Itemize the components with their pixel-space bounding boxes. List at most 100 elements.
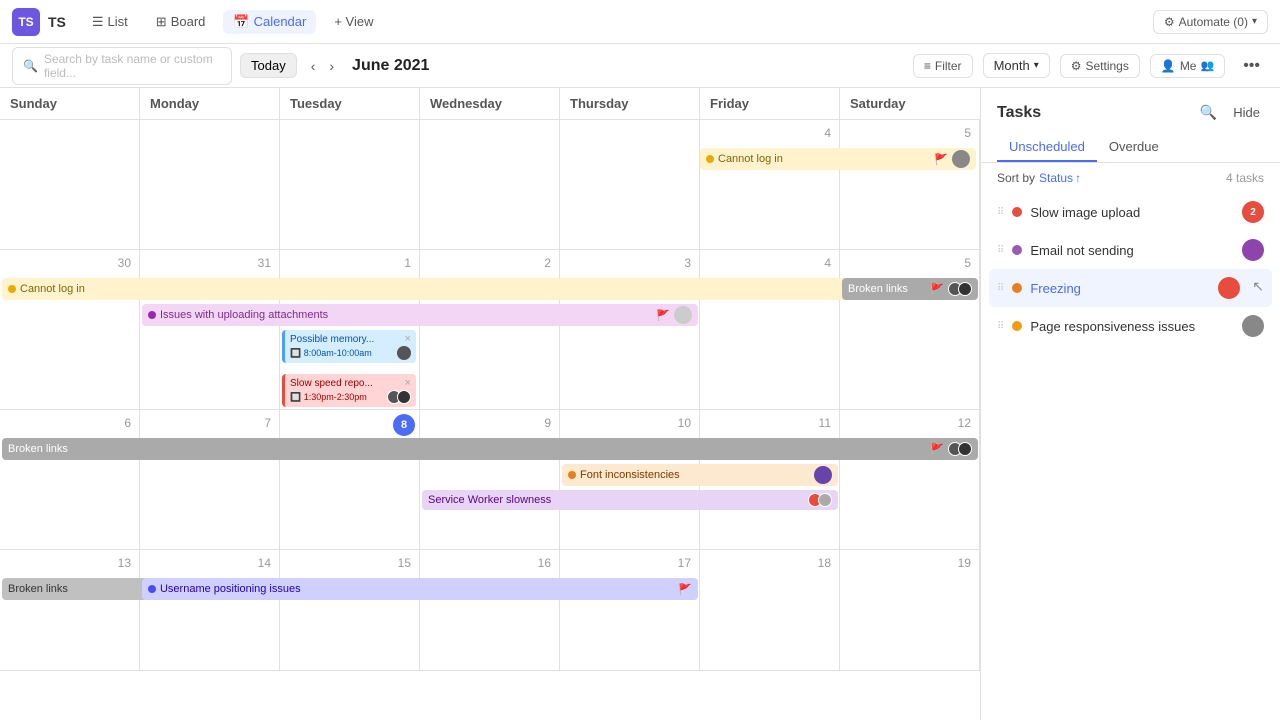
day-cell[interactable] (0, 120, 140, 249)
week-row: 13 14 15 16 17 18 19 Broken links 🚩 (0, 550, 980, 671)
next-month-button[interactable]: › (323, 56, 340, 76)
day-cell[interactable]: 4 (700, 250, 840, 409)
filter-icon: ≡ (924, 59, 931, 73)
day-cell[interactable]: 19 (840, 550, 980, 670)
nav-arrows: ‹ › (305, 56, 340, 76)
day-cell[interactable] (140, 120, 280, 249)
tab-overdue[interactable]: Overdue (1097, 133, 1171, 162)
day-header-tue: Tuesday (280, 88, 420, 119)
day-cell[interactable]: 4 (700, 120, 840, 249)
status-dot (1012, 207, 1022, 217)
month-view-button[interactable]: Month ▾ (983, 53, 1050, 78)
app-icon: TS (12, 8, 40, 36)
task-list: ⠿ Slow image upload 2 ⠿ Email not sendin… (981, 193, 1280, 720)
main-layout: Sunday Monday Tuesday Wednesday Thursday… (0, 88, 1280, 720)
day-cell[interactable]: 18 (700, 550, 840, 670)
settings-icon: ⚙ (1071, 59, 1082, 73)
automate-button[interactable]: ⚙ Automate (0) ▾ (1153, 10, 1268, 34)
tasks-search-icon[interactable]: 🔍 (1196, 100, 1221, 125)
top-nav: TS TS ☰ List ⊞ Board 📅 Calendar + View ⚙… (0, 0, 1280, 44)
task-item-page-responsiveness[interactable]: ⠿ Page responsiveness issues (989, 307, 1272, 345)
day-cell[interactable]: 8 (280, 410, 420, 549)
drag-handle-icon[interactable]: ⠿ (997, 283, 1004, 294)
day-cell[interactable] (420, 120, 560, 249)
nav-calendar[interactable]: 📅 Calendar (223, 10, 316, 34)
today-indicator: 8 (393, 414, 415, 436)
day-header-sat: Saturday (840, 88, 980, 119)
day-cell[interactable]: 2 (420, 250, 560, 409)
day-header-fri: Friday (700, 88, 840, 119)
sort-status-link[interactable]: Status ↑ (1039, 171, 1081, 185)
month-title: June 2021 (352, 57, 429, 75)
month-chevron-icon: ▾ (1034, 60, 1039, 71)
drag-handle-icon[interactable]: ⠿ (997, 245, 1004, 256)
tasks-title: Tasks (997, 104, 1196, 122)
today-button[interactable]: Today (240, 53, 297, 78)
settings-button[interactable]: ⚙ Settings (1060, 54, 1140, 78)
more-options-button[interactable]: ••• (1235, 53, 1268, 79)
day-cell[interactable] (280, 120, 420, 249)
day-cell[interactable]: 13 (0, 550, 140, 670)
day-cell[interactable]: 14 (140, 550, 280, 670)
drag-handle-icon[interactable]: ⠿ (997, 321, 1004, 332)
day-cell[interactable]: 17 (560, 550, 700, 670)
task-name: Freezing (1030, 281, 1210, 296)
day-cell[interactable]: 30 (0, 250, 140, 409)
day-cell[interactable]: 31 (140, 250, 280, 409)
task-item-slow-image[interactable]: ⠿ Slow image upload 2 (989, 193, 1272, 231)
day-cell[interactable]: 12 (840, 410, 980, 549)
day-cell[interactable]: 15 (280, 550, 420, 670)
tasks-tabs: Unscheduled Overdue (981, 125, 1280, 163)
tasks-panel: Tasks 🔍 Hide Unscheduled Overdue Sort by… (980, 88, 1280, 720)
day-header-thu: Thursday (560, 88, 700, 119)
filter-button[interactable]: ≡ Filter (913, 54, 973, 78)
tasks-hide-button[interactable]: Hide (1229, 101, 1264, 124)
tasks-header: Tasks 🔍 Hide (981, 88, 1280, 125)
status-dot (1012, 321, 1022, 331)
calendar-grid: 4 5 Cannot log in 🚩 30 31 (0, 120, 980, 720)
day-cell[interactable]: 6 (0, 410, 140, 549)
day-cell[interactable]: 11 (700, 410, 840, 549)
day-cell[interactable]: 9 (420, 410, 560, 549)
day-cell[interactable] (560, 120, 700, 249)
sort-arrow-icon: ↑ (1075, 171, 1081, 185)
task-name: Page responsiveness issues (1030, 319, 1234, 334)
search-box[interactable]: 🔍 Search by task name or custom field... (12, 47, 232, 85)
chevron-down-icon: ▾ (1252, 16, 1257, 27)
task-item-email[interactable]: ⠿ Email not sending (989, 231, 1272, 269)
day-cell[interactable]: 10 (560, 410, 700, 549)
status-dot (1012, 245, 1022, 255)
prev-month-button[interactable]: ‹ (305, 56, 322, 76)
day-headers: Sunday Monday Tuesday Wednesday Thursday… (0, 88, 980, 120)
tasks-sort-bar: Sort by Status ↑ 4 tasks (981, 163, 1280, 193)
day-header-sun: Sunday (0, 88, 140, 119)
user-icon: 👤 (1161, 59, 1176, 73)
list-icon: ☰ (92, 14, 104, 30)
nav-board[interactable]: ⊞ Board (146, 10, 216, 34)
task-name: Slow image upload (1030, 205, 1234, 220)
calendar-icon: 📅 (233, 14, 249, 30)
day-cell[interactable]: 16 (420, 550, 560, 670)
cursor-indicator: ↖ (1252, 278, 1264, 295)
day-cell[interactable]: 7 (140, 410, 280, 549)
toolbar: 🔍 Search by task name or custom field...… (0, 44, 1280, 88)
week-row: 6 7 8 9 10 11 12 Broken links 🚩 (0, 410, 980, 550)
day-cell[interactable]: 3 (560, 250, 700, 409)
task-name: Email not sending (1030, 243, 1234, 258)
tab-unscheduled[interactable]: Unscheduled (997, 133, 1097, 162)
toolbar-right: ≡ Filter Month ▾ ⚙ Settings 👤 Me 👥 ••• (913, 53, 1268, 79)
avatar (1242, 239, 1264, 261)
day-header-mon: Monday (140, 88, 280, 119)
board-icon: ⊞ (156, 14, 167, 30)
add-view-btn[interactable]: + View (324, 10, 383, 33)
day-cell[interactable]: 5 (840, 120, 980, 249)
drag-handle-icon[interactable]: ⠿ (997, 207, 1004, 218)
day-cell[interactable]: 1 (280, 250, 420, 409)
me-button[interactable]: 👤 Me 👥 (1150, 54, 1225, 78)
top-right: ⚙ Automate (0) ▾ (1153, 10, 1268, 34)
task-item-freezing[interactable]: ⠿ Freezing ↖ (989, 269, 1272, 307)
day-header-wed: Wednesday (420, 88, 560, 119)
app-name: TS (48, 14, 66, 30)
nav-list[interactable]: ☰ List (82, 10, 138, 34)
day-cell[interactable]: 5 (840, 250, 980, 409)
